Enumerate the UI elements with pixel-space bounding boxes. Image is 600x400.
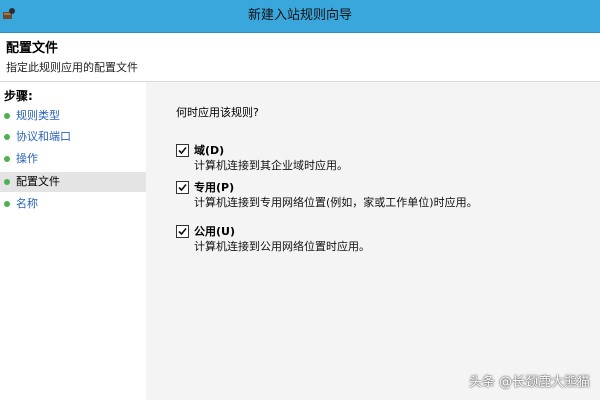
green-dot-icon <box>4 134 10 140</box>
option-description: 计算机连接到专用网络位置(例如，家或工作单位)时应用。 <box>194 196 478 209</box>
option-description: 计算机连接到其企业域时应用。 <box>194 159 348 172</box>
option-title: 专用(P) <box>194 181 235 194</box>
step-label: 名称 <box>16 197 38 210</box>
window-title: 新建入站规则向导 <box>247 8 352 23</box>
step-profile[interactable]: 配置文件 <box>0 172 146 192</box>
step-label: 协议和端口 <box>16 130 71 143</box>
watermark-text: 头条 @长颈鹿大熊猫 <box>468 375 590 390</box>
steps-label: 步骤: <box>4 89 33 103</box>
option-description: 计算机连接到公用网络位置时应用。 <box>194 240 370 253</box>
step-label: 配置文件 <box>16 175 60 188</box>
checkmark-icon <box>178 146 187 155</box>
step-rule-type[interactable]: 规则类型 <box>0 106 146 126</box>
checkmark-icon <box>178 183 187 192</box>
title-bar[interactable]: 新建入站规则向导 <box>0 0 600 33</box>
page-subtitle: 指定此规则应用的配置文件 <box>6 61 138 74</box>
private-checkbox[interactable] <box>176 181 189 194</box>
question-label: 何时应用该规则? <box>176 106 259 119</box>
option-private[interactable]: 专用(P) 计算机连接到专用网络位置(例如，家或工作单位)时应用。 <box>176 179 596 215</box>
option-domain[interactable]: 域(D) 计算机连接到其企业域时应用。 <box>176 142 596 178</box>
green-dot-icon <box>4 113 10 119</box>
wizard-header: 配置文件 指定此规则应用的配置文件 <box>0 33 600 82</box>
step-label: 操作 <box>16 152 38 165</box>
checkmark-icon <box>178 227 187 236</box>
step-label: 规则类型 <box>16 109 60 122</box>
domain-checkbox[interactable] <box>176 144 189 157</box>
wizard-window: 新建入站规则向导 配置文件 指定此规则应用的配置文件 步骤: 规则类型 协议和端… <box>0 0 600 400</box>
steps-panel: 步骤: 规则类型 协议和端口 操作 配置文件 名称 <box>0 82 146 400</box>
option-title: 域(D) <box>194 144 225 157</box>
public-checkbox[interactable] <box>176 225 189 238</box>
green-dot-icon <box>4 201 10 207</box>
page-title: 配置文件 <box>6 41 59 56</box>
green-dot-icon <box>4 156 10 162</box>
step-name[interactable]: 名称 <box>0 194 146 214</box>
step-protocol-ports[interactable]: 协议和端口 <box>0 127 146 147</box>
step-action[interactable]: 操作 <box>0 149 146 169</box>
option-public[interactable]: 公用(U) 计算机连接到公用网络位置时应用。 <box>176 223 596 259</box>
option-title: 公用(U) <box>194 225 235 238</box>
green-dot-icon <box>4 179 10 185</box>
content-panel: 何时应用该规则? 域(D) 计算机连接到其企业域时应用。 专用(P) 计算机连接… <box>146 82 600 400</box>
